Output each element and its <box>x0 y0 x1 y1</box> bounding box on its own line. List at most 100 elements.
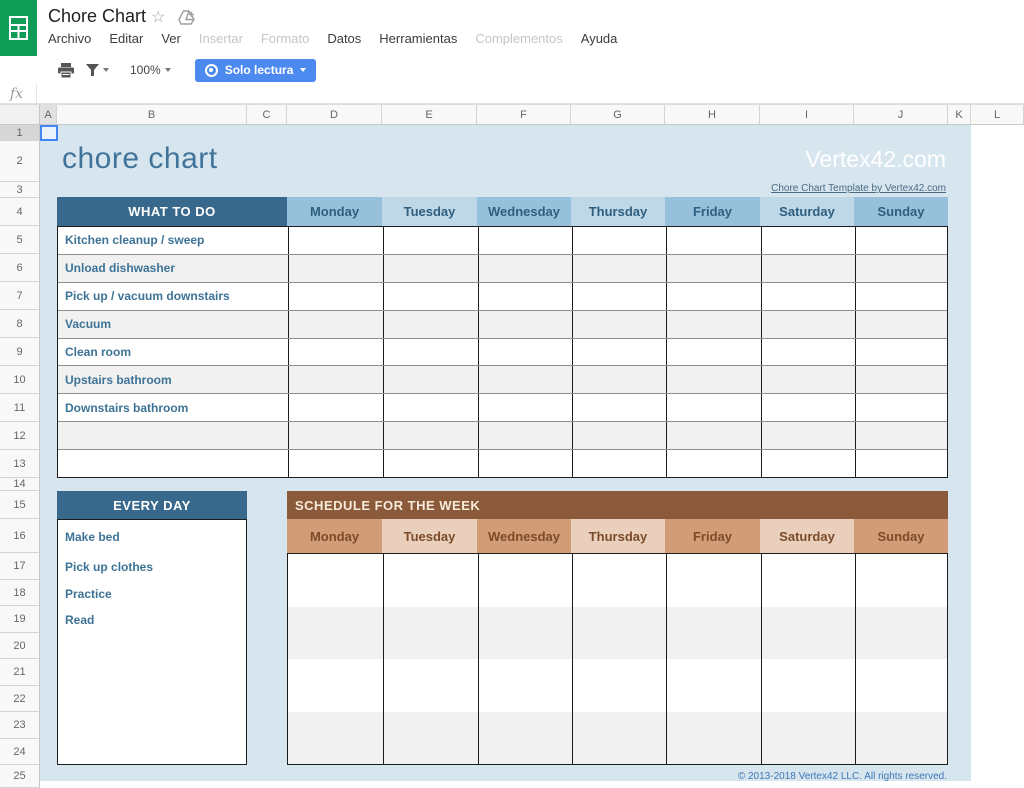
grid-cell[interactable] <box>572 283 666 310</box>
task-cell[interactable]: Unload dishwasher <box>58 255 288 282</box>
grid-cell[interactable] <box>761 283 855 310</box>
row-header-18[interactable]: 18 <box>0 580 40 606</box>
grid-cell[interactable] <box>855 607 947 660</box>
grid-cell[interactable] <box>666 450 761 477</box>
grid-cell[interactable] <box>855 366 947 393</box>
grid-cell[interactable] <box>761 311 855 338</box>
grid-cell[interactable] <box>572 712 666 765</box>
grid-cell[interactable] <box>383 607 478 660</box>
readonly-mode-button[interactable]: Solo lectura <box>195 59 317 82</box>
grid-cell[interactable] <box>855 422 947 449</box>
column-header-a[interactable]: A <box>40 105 57 124</box>
row-header-11[interactable]: 11 <box>0 394 40 422</box>
column-header-d[interactable]: D <box>287 105 382 124</box>
row-header-20[interactable]: 20 <box>0 633 40 659</box>
column-header-k[interactable]: K <box>948 105 971 124</box>
row-header-7[interactable]: 7 <box>0 282 40 310</box>
task-cell[interactable]: Kitchen cleanup / sweep <box>58 227 288 254</box>
grid-cell[interactable] <box>572 227 666 254</box>
every-day-item[interactable]: Make bed <box>58 520 246 553</box>
grid-cell[interactable] <box>288 712 383 765</box>
grid-cell[interactable] <box>572 394 666 421</box>
grid-cell[interactable] <box>855 659 947 712</box>
schedule-header[interactable]: SCHEDULE FOR THE WEEK <box>287 491 948 519</box>
row-header-2[interactable]: 2 <box>0 141 40 182</box>
grid-cell[interactable] <box>288 311 383 338</box>
day-header-wednesday[interactable]: Wednesday <box>477 519 571 553</box>
grid-cell[interactable] <box>478 450 572 477</box>
row-header-12[interactable]: 12 <box>0 422 40 450</box>
menu-datos[interactable]: Datos <box>318 28 370 49</box>
menu-ver[interactable]: Ver <box>152 28 190 49</box>
menu-complementos[interactable]: Complementos <box>466 28 571 49</box>
column-header-e[interactable]: E <box>382 105 477 124</box>
grid-cell[interactable] <box>478 607 572 660</box>
every-day-item[interactable]: Practice <box>58 580 246 607</box>
grid-cell[interactable] <box>478 227 572 254</box>
sheets-logo-icon[interactable] <box>0 0 37 56</box>
grid-cell[interactable] <box>383 554 478 607</box>
task-cell[interactable]: Clean room <box>58 339 288 366</box>
day-header-thursday[interactable]: Thursday <box>571 519 665 553</box>
grid-cell[interactable] <box>288 366 383 393</box>
menu-formato[interactable]: Formato <box>252 28 318 49</box>
grid-cell[interactable] <box>855 394 947 421</box>
task-cell[interactable] <box>58 450 288 477</box>
day-header-tuesday[interactable]: Tuesday <box>382 519 477 553</box>
grid-cell[interactable] <box>288 394 383 421</box>
grid-cell[interactable] <box>855 311 947 338</box>
grid-cell[interactable] <box>761 366 855 393</box>
every-day-item[interactable]: Read <box>58 607 246 633</box>
star-icon[interactable]: ☆ <box>151 7 165 27</box>
day-header-friday[interactable]: Friday <box>665 519 760 553</box>
row-header-13[interactable]: 13 <box>0 450 40 478</box>
grid-cell[interactable] <box>572 311 666 338</box>
grid-cell[interactable] <box>288 283 383 310</box>
row-header-22[interactable]: 22 <box>0 686 40 712</box>
grid-cell[interactable] <box>855 712 947 765</box>
selected-cell-a1[interactable] <box>40 125 58 141</box>
grid-cell[interactable] <box>383 394 478 421</box>
task-cell[interactable] <box>58 422 288 449</box>
grid-cell[interactable] <box>572 554 666 607</box>
grid-cell[interactable] <box>666 366 761 393</box>
row-header-14[interactable]: 14 <box>0 478 40 491</box>
grid-cell[interactable] <box>761 450 855 477</box>
grid-cell[interactable] <box>383 712 478 765</box>
grid-cell[interactable] <box>572 366 666 393</box>
grid-cell[interactable] <box>478 659 572 712</box>
grid-cell[interactable] <box>855 450 947 477</box>
grid-cell[interactable] <box>855 554 947 607</box>
grid-cell[interactable] <box>666 554 761 607</box>
grid-cell[interactable] <box>478 422 572 449</box>
grid-cell[interactable] <box>288 450 383 477</box>
day-header-tuesday[interactable]: Tuesday <box>382 197 477 226</box>
day-header-wednesday[interactable]: Wednesday <box>477 197 571 226</box>
grid-cell[interactable] <box>666 227 761 254</box>
task-cell[interactable]: Pick up / vacuum downstairs <box>58 283 288 310</box>
day-header-saturday[interactable]: Saturday <box>760 519 854 553</box>
menu-herramientas[interactable]: Herramientas <box>370 28 466 49</box>
day-header-sunday[interactable]: Sunday <box>854 519 948 553</box>
row-header-10[interactable]: 10 <box>0 366 40 394</box>
grid-cell[interactable] <box>855 227 947 254</box>
template-link[interactable]: Chore Chart Template by Vertex42.com <box>771 183 946 194</box>
grid-cell[interactable] <box>288 659 383 712</box>
grid-cell[interactable] <box>666 339 761 366</box>
grid-cell[interactable] <box>572 450 666 477</box>
row-header-16[interactable]: 16 <box>0 519 40 553</box>
print-button[interactable] <box>55 60 77 81</box>
grid-cell[interactable] <box>288 607 383 660</box>
grid-cell[interactable] <box>478 554 572 607</box>
row-header-5[interactable]: 5 <box>0 226 40 254</box>
row-header-23[interactable]: 23 <box>0 712 40 739</box>
grid-cell[interactable] <box>383 227 478 254</box>
day-header-sunday[interactable]: Sunday <box>854 197 948 226</box>
row-header-4[interactable]: 4 <box>0 198 40 226</box>
grid-cell[interactable] <box>288 339 383 366</box>
grid-cell[interactable] <box>761 255 855 282</box>
column-header-l[interactable]: L <box>971 105 1024 124</box>
row-header-9[interactable]: 9 <box>0 338 40 366</box>
grid-cell[interactable] <box>288 255 383 282</box>
every-day-header[interactable]: EVERY DAY <box>57 491 247 519</box>
